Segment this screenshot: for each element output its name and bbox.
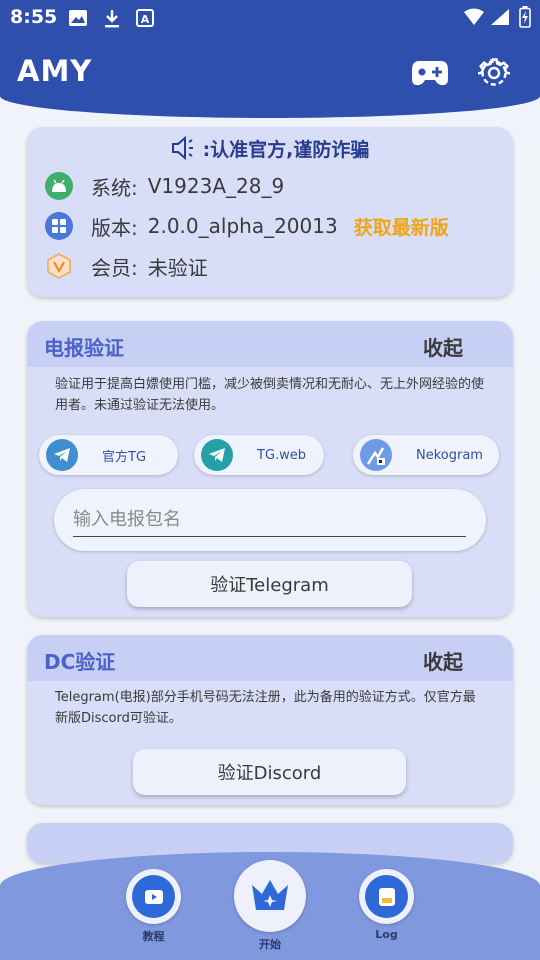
wifi-icon bbox=[463, 8, 485, 30]
dc-card-header: DC验证 收起 bbox=[27, 635, 513, 681]
tg-web-label: TG.web bbox=[257, 447, 307, 463]
nekogram-icon bbox=[360, 439, 392, 471]
speaker-icon bbox=[171, 135, 193, 161]
battery-icon bbox=[519, 6, 531, 32]
verify-discord-button[interactable]: 验证Discord bbox=[133, 749, 406, 795]
dc-collapse-button[interactable]: 收起 bbox=[423, 646, 463, 675]
package-name-field[interactable] bbox=[54, 489, 486, 551]
app-a-icon: A bbox=[136, 9, 154, 31]
log-file-icon bbox=[378, 887, 395, 906]
dc-description: Telegram(电报)部分手机号码无法注册，此为备用的验证方式。仅官方最新版D… bbox=[55, 690, 476, 726]
discord-verification-card: DC验证 收起 Telegram(电报)部分手机号码无法注册，此为备用的验证方式… bbox=[27, 635, 513, 805]
version-label: 版本: bbox=[91, 215, 138, 240]
membership-row: 会员: 未验证 bbox=[45, 251, 208, 281]
nav-log-label: Log bbox=[375, 928, 398, 941]
nav-tutorial[interactable]: 教程 bbox=[126, 869, 181, 944]
nav-start[interactable]: 开始 bbox=[234, 860, 306, 952]
official-tg-label: 官方TG bbox=[102, 449, 147, 465]
system-value: V1923A_28_9 bbox=[147, 174, 285, 198]
svg-text:A: A bbox=[141, 13, 150, 26]
tutorial-button[interactable] bbox=[126, 869, 181, 924]
telegram-icon bbox=[46, 439, 78, 471]
android-icon bbox=[45, 172, 73, 200]
video-play-icon bbox=[144, 889, 163, 904]
package-name-input[interactable] bbox=[73, 503, 466, 537]
image-notification-icon bbox=[68, 9, 88, 31]
gear-icon bbox=[478, 58, 510, 86]
telegram-card-header: 电报验证 收起 bbox=[27, 321, 513, 367]
telegram-verification-card: 电报验证 收起 验证用于提高白嫖使用门槛，减少被倒卖情况和无耐心、无上外网经验的… bbox=[27, 321, 513, 617]
system-label: 系统: bbox=[91, 175, 138, 200]
system-row: 系统: V1923A_28_9 bbox=[45, 171, 284, 201]
apps-grid-icon bbox=[45, 212, 73, 240]
nekogram-button[interactable]: Nekogram bbox=[353, 435, 499, 475]
game-controller-button[interactable] bbox=[409, 52, 451, 94]
start-button[interactable] bbox=[234, 860, 306, 932]
telegram-description: 验证用于提高白嫖使用门槛，减少被倒卖情况和无耐心、无上外网经验的使用者。未通过验… bbox=[55, 377, 485, 413]
nav-tutorial-label: 教程 bbox=[142, 930, 165, 943]
log-icon-bg bbox=[365, 875, 408, 918]
vip-badge-icon bbox=[45, 252, 73, 280]
official-tg-button[interactable]: 官方TG bbox=[39, 435, 178, 475]
device-info-card: :认准官方,谨防诈骗 系统: V1923A_28_9 版本: 2.0.0_alp… bbox=[27, 127, 513, 297]
log-button[interactable] bbox=[359, 869, 414, 924]
membership-label: 会员: bbox=[91, 255, 138, 280]
dc-card-title: DC验证 bbox=[44, 650, 116, 674]
app-title: AMY bbox=[17, 54, 93, 88]
gamepad-icon bbox=[412, 61, 448, 86]
telegram-web-icon bbox=[201, 439, 233, 471]
settings-button[interactable] bbox=[473, 52, 515, 94]
download-icon bbox=[103, 9, 121, 33]
telegram-collapse-button[interactable]: 收起 bbox=[423, 332, 463, 361]
get-latest-version-link[interactable]: 获取最新版 bbox=[354, 213, 449, 240]
status-time: 8:55 bbox=[10, 6, 58, 28]
nekogram-label: Nekogram bbox=[416, 447, 483, 463]
verify-telegram-button[interactable]: 验证Telegram bbox=[127, 561, 412, 607]
tutorial-icon-bg bbox=[132, 875, 175, 918]
telegram-card-title: 电报验证 bbox=[44, 336, 124, 360]
notice-text: :认准官方,谨防诈骗 bbox=[202, 139, 370, 161]
nav-log[interactable]: Log bbox=[359, 869, 414, 941]
cell-signal-icon bbox=[490, 8, 510, 30]
status-bar: 8:55 A bbox=[0, 0, 540, 36]
anti-fraud-notice: :认准官方,谨防诈骗 bbox=[27, 135, 513, 162]
version-value: 2.0.0_alpha_20013 bbox=[147, 214, 338, 238]
crown-icon bbox=[252, 880, 288, 910]
nav-start-label: 开始 bbox=[259, 938, 281, 951]
membership-value: 未验证 bbox=[147, 255, 208, 280]
tg-web-button[interactable]: TG.web bbox=[194, 435, 324, 475]
version-row: 版本: 2.0.0_alpha_20013 获取最新版 bbox=[45, 211, 449, 241]
